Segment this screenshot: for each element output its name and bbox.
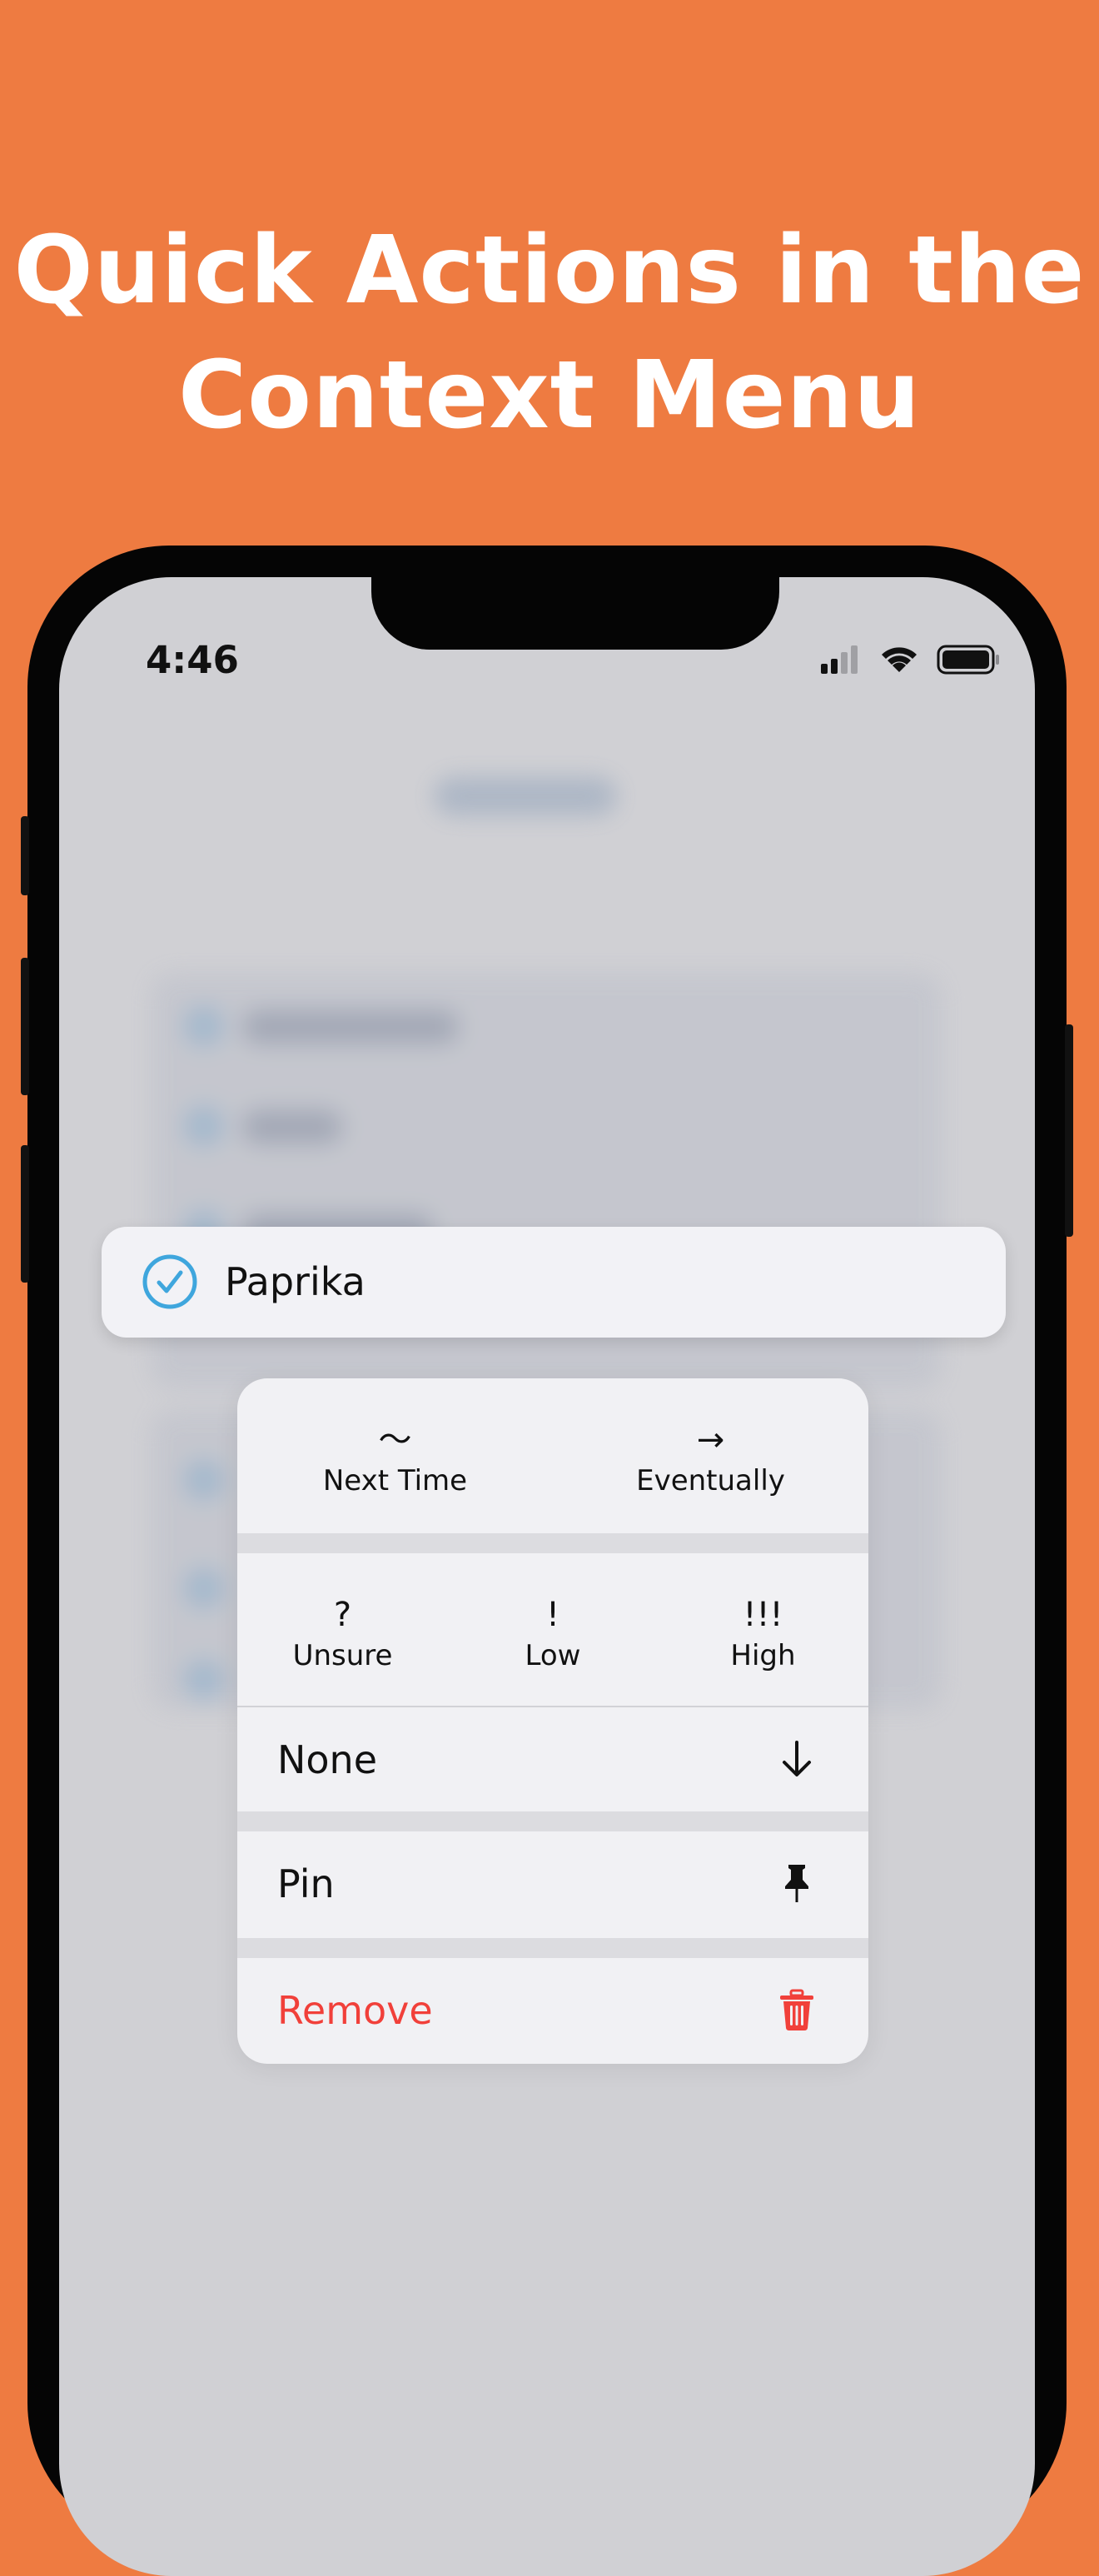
pin-icon [785, 1865, 808, 1902]
unsure-action[interactable]: ? Unsure [237, 1597, 448, 1673]
blurred-icon [184, 1568, 224, 1608]
none-label: None [277, 1737, 378, 1782]
status-time: 4:46 [146, 638, 239, 682]
blurred-title [434, 777, 617, 815]
headline: Quick Actions in the Context Menu [0, 208, 1099, 458]
none-menu-item[interactable]: None [237, 1707, 868, 1811]
mute-switch [21, 816, 29, 895]
blurred-icon [184, 1106, 224, 1146]
high-action[interactable]: !!! High [658, 1597, 868, 1673]
blurred-row [242, 1010, 459, 1044]
low-action[interactable]: ! Low [448, 1597, 658, 1673]
arrow-down-icon [783, 1741, 811, 1776]
notch [371, 577, 779, 650]
item-label: Paprika [225, 1259, 366, 1304]
headline-line-1: Quick Actions in the [13, 217, 1086, 325]
blurred-icon [184, 1660, 224, 1700]
cellular-signal-icon [821, 645, 858, 674]
eventually-label: Eventually [636, 1464, 785, 1497]
next-time-label: Next Time [322, 1464, 468, 1497]
tilde-icon: ～ [378, 1421, 412, 1459]
triple-exclamation-icon: !!! [743, 1596, 783, 1634]
question-mark-icon: ? [333, 1596, 352, 1634]
menu-section-divider [237, 1811, 868, 1831]
arrow-right-icon: → [696, 1421, 725, 1459]
eventually-action[interactable]: → Eventually [553, 1422, 868, 1498]
list-item-paprika[interactable]: Paprika [102, 1227, 1006, 1338]
remove-menu-item[interactable]: Remove [237, 1958, 868, 2061]
blurred-row [242, 1110, 342, 1144]
volume-down-button [21, 1145, 29, 1283]
exclamation-icon: ! [545, 1596, 560, 1634]
pin-menu-item[interactable]: Pin [237, 1831, 868, 1935]
trash-icon [780, 1989, 813, 2030]
unsure-label: Unsure [292, 1639, 393, 1672]
battery-icon [937, 645, 999, 675]
wifi-icon [882, 647, 917, 672]
context-menu: ～ Next Time → Eventually ? Unsure ! Low … [237, 1378, 868, 2064]
checkmark-circle-icon[interactable] [142, 1253, 198, 1310]
menu-section-divider [237, 1533, 868, 1553]
blurred-icon [184, 1006, 224, 1046]
power-button [1065, 1024, 1073, 1237]
next-time-action[interactable]: ～ Next Time [237, 1422, 553, 1498]
menu-section-divider [237, 1938, 868, 1958]
pin-label: Pin [277, 1861, 335, 1906]
status-icons [821, 645, 999, 675]
headline-line-2: Context Menu [177, 341, 922, 450]
remove-label: Remove [277, 1988, 433, 2033]
low-label: Low [525, 1639, 581, 1672]
volume-up-button [21, 958, 29, 1095]
blurred-icon [184, 1460, 224, 1500]
high-label: High [730, 1639, 796, 1672]
